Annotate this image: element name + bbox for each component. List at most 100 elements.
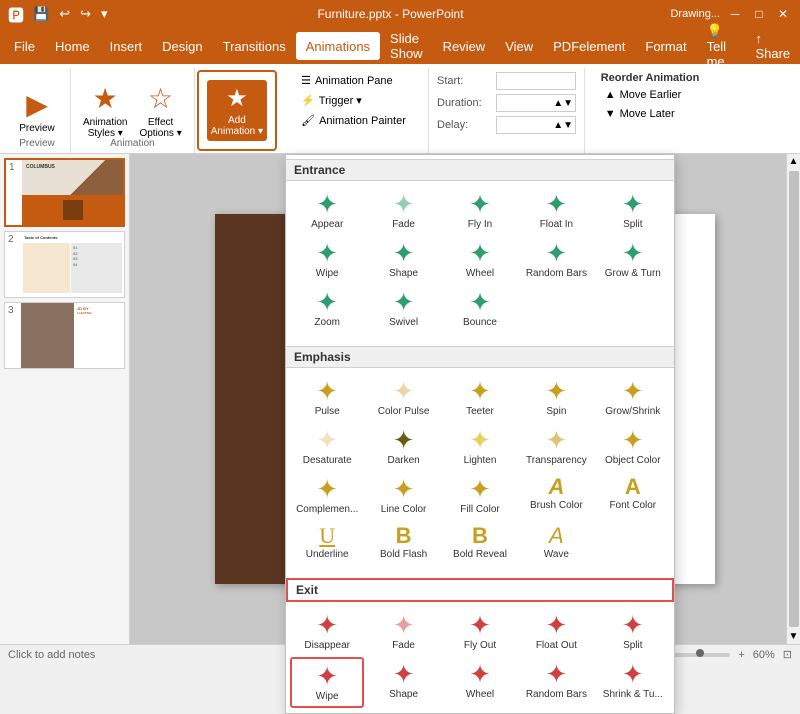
disappear-icon: ✦ [316,612,338,638]
anim-desaturate[interactable]: ✦ Desaturate [290,423,364,470]
exit-section: Exit ✦ Disappear ✦ Fade ✦ Fly Out [286,574,674,714]
scroll-down-button[interactable]: ▼ [787,629,800,644]
anim-disappear[interactable]: ✦ Disappear [290,608,364,655]
anim-zoom[interactable]: ✦ Zoom [290,285,364,332]
anim-shrink-turn[interactable]: ✦ Shrink & Tu... [596,657,670,708]
anim-fly-in[interactable]: ✦ Fly In [443,187,517,234]
animation-styles-button[interactable]: ★ AnimationStyles ▾ [79,78,131,143]
menu-review[interactable]: Review [433,32,496,60]
menu-pdfelement[interactable]: PDFelement [543,32,635,60]
anim-exit-fade[interactable]: ✦ Fade [366,608,440,655]
anim-float-in[interactable]: ✦ Float In [519,187,593,234]
fit-slide[interactable]: ⊡ [783,648,792,661]
start-input[interactable] [496,72,576,90]
anim-object-color[interactable]: ✦ Object Color [596,423,670,470]
anim-pulse[interactable]: ✦ Pulse [290,374,364,421]
menu-share[interactable]: ↑ Share [745,32,800,60]
close-button[interactable]: ✕ [774,5,792,23]
scroll-thumb[interactable] [789,171,799,627]
anim-fade[interactable]: ✦ Fade [366,187,440,234]
anim-brush-color[interactable]: A Brush Color [519,472,593,519]
anim-exit-shape[interactable]: ✦ Shape [366,657,440,708]
slide-thumb-1[interactable]: 1 COLUMBUS [4,158,125,227]
anim-exit-split[interactable]: ✦ Split [596,608,670,655]
minimize-button[interactable]: ─ [726,5,744,23]
anim-float-out[interactable]: ✦ Float Out [519,608,593,655]
move-later-label: Move Later [620,108,675,120]
vertical-scrollbar[interactable]: ▲ ▼ [786,154,800,644]
delay-input[interactable]: ▲▼ [496,116,576,134]
trigger-button[interactable]: ⚡ Trigger ▾ [297,92,410,109]
move-earlier-button[interactable]: ▲ Move Earlier [601,87,700,103]
anim-lighten[interactable]: ✦ Lighten [443,423,517,470]
menu-format[interactable]: Format [635,32,696,60]
teeter-icon: ✦ [469,378,491,404]
exit-fade-label: Fade [392,640,415,651]
zoom-in[interactable]: + [738,649,744,661]
anim-underline[interactable]: U Underline [290,521,364,564]
effect-options-button[interactable]: ☆ EffectOptions ▾ [135,78,185,143]
animation-pane-button[interactable]: ☰ Animation Pane [297,72,410,89]
trigger-label: Trigger ▾ [319,94,362,107]
anim-grow-shrink[interactable]: ✦ Grow/Shrink [596,374,670,421]
anim-complement[interactable]: ✦ Complemen... [290,472,364,519]
menu-view[interactable]: View [495,32,543,60]
menu-tell-me[interactable]: 💡 Tell me... [697,32,746,60]
slide-thumb-2[interactable]: 2 Table of Contents 01020304 [4,231,125,298]
anim-exit-swivel[interactable]: ✦ Swivel [366,710,440,714]
anim-bold-reveal[interactable]: B Bold Reveal [443,521,517,564]
preview-button[interactable]: ▶ Preview [12,84,62,138]
anim-appear[interactable]: ✦ Appear [290,187,364,234]
menu-transitions[interactable]: Transitions [213,32,296,60]
menu-slideshow[interactable]: Slide Show [380,32,433,60]
exit-wipe-label: Wipe [316,691,339,702]
zoom-slider[interactable] [670,653,730,657]
anim-line-color[interactable]: ✦ Line Color [366,472,440,519]
animation-painter-button[interactable]: 🖌 Animation Painter [297,112,410,129]
anim-swivel[interactable]: ✦ Swivel [366,285,440,332]
redo-button[interactable]: ↪ [77,4,94,24]
undo-button[interactable]: ↩ [56,4,73,24]
slide-num-1: 1 [6,160,22,225]
anim-exit-wheel[interactable]: ✦ Wheel [443,657,517,708]
anim-split[interactable]: ✦ Split [596,187,670,234]
anim-font-color[interactable]: A Font Color [596,472,670,519]
anim-exit-wipe[interactable]: ✦ Wipe [290,657,364,708]
menu-insert[interactable]: Insert [100,32,153,60]
drawing-label: Drawing... [670,8,720,20]
anim-bold-flash[interactable]: B Bold Flash [366,521,440,564]
anim-bounce[interactable]: ✦ Bounce [443,285,517,332]
anim-random-bars[interactable]: ✦ Random Bars [519,236,593,283]
anim-wipe[interactable]: ✦ Wipe [290,236,364,283]
menu-bar: File Home Insert Design Transitions Anim… [0,28,800,64]
anim-transparency[interactable]: ✦ Transparency [519,423,593,470]
menu-home[interactable]: Home [45,32,100,60]
float-out-icon: ✦ [545,612,567,638]
anim-fill-color[interactable]: ✦ Fill Color [443,472,517,519]
anim-darken[interactable]: ✦ Darken [366,423,440,470]
menu-animations[interactable]: Animations [296,32,380,60]
add-animation-button[interactable]: ★ AddAnimation ▾ [207,80,267,141]
anim-shape[interactable]: ✦ Shape [366,236,440,283]
menu-file[interactable]: File [4,32,45,60]
anim-wave[interactable]: A Wave [519,521,593,564]
anim-spin[interactable]: ✦ Spin [519,374,593,421]
slide-thumb-3[interactable]: 3 JD BY LLECTIVE. [4,302,125,369]
anim-exit-bounce[interactable]: ✦ Bounce [443,710,517,714]
anim-grow-turn[interactable]: ✦ Grow & Turn [596,236,670,283]
preview-label: Preview [19,123,55,134]
maximize-button[interactable]: □ [750,5,768,23]
anim-fly-out[interactable]: ✦ Fly Out [443,608,517,655]
menu-design[interactable]: Design [152,32,212,60]
zoom-slider-thumb[interactable] [696,649,704,657]
anim-exit-zoom[interactable]: ✦ Zoom [290,710,364,714]
scroll-up-button[interactable]: ▲ [787,154,800,169]
anim-teeter[interactable]: ✦ Teeter [443,374,517,421]
anim-wheel[interactable]: ✦ Wheel [443,236,517,283]
anim-color-pulse[interactable]: ✦ Color Pulse [366,374,440,421]
save-button[interactable]: 💾 [30,4,52,24]
customize-button[interactable]: ▾ [98,4,111,24]
duration-input[interactable]: ▲▼ [496,94,576,112]
anim-exit-random-bars[interactable]: ✦ Random Bars [519,657,593,708]
move-later-button[interactable]: ▼ Move Later [601,106,700,122]
